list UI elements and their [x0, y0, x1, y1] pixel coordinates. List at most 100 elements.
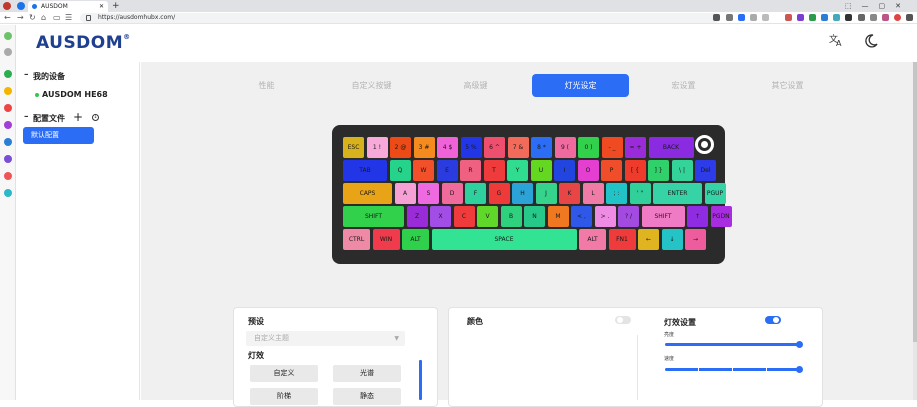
- effects-scrollbar[interactable]: [419, 360, 422, 400]
- profiles-collapse-icon[interactable]: –: [24, 112, 29, 122]
- effect-settings-toggle[interactable]: [765, 316, 781, 324]
- rail-app-6-icon[interactable]: [4, 155, 12, 163]
- history-icon[interactable]: ☰: [65, 12, 72, 24]
- effect-button-static[interactable]: 静态: [333, 388, 401, 405]
- device-name[interactable]: AUSDOM HE68: [42, 90, 108, 99]
- profile-item-default[interactable]: 默认配置: [23, 127, 94, 144]
- zoom-icon[interactable]: [713, 14, 720, 21]
- ext-1-icon[interactable]: [785, 14, 792, 21]
- key-2-5[interactable]: G: [488, 183, 510, 204]
- tab-3[interactable]: 灯光设定: [532, 74, 629, 97]
- rail-app-3-icon[interactable]: [4, 104, 12, 112]
- key-3-11[interactable]: SHIFT: [641, 206, 685, 227]
- rail-app-5-icon[interactable]: [4, 138, 12, 146]
- profile-avatar[interactable]: [894, 14, 901, 21]
- theme-select[interactable]: 自定义主题 ▼: [246, 331, 405, 346]
- reload-icon[interactable]: ↻: [29, 12, 36, 24]
- ext-7-icon[interactable]: [858, 14, 865, 21]
- key-3-4[interactable]: V: [477, 206, 498, 227]
- key-2-3[interactable]: D: [441, 183, 463, 204]
- key-4-0[interactable]: CTRL: [343, 229, 370, 250]
- key-0-1[interactable]: 1 !: [366, 137, 388, 158]
- key-1-8[interactable]: I: [554, 160, 575, 181]
- key-3-9[interactable]: > .: [594, 206, 616, 227]
- translate-icon[interactable]: 文A: [829, 33, 845, 51]
- key-2-9[interactable]: L: [582, 183, 604, 204]
- home-icon[interactable]: ⌂: [41, 12, 46, 24]
- star-icon[interactable]: [762, 14, 769, 21]
- panel-icon[interactable]: ▭: [53, 12, 61, 24]
- key-3-8[interactable]: < ,: [571, 206, 592, 227]
- key-2-1[interactable]: A: [394, 183, 416, 204]
- rail-home-icon[interactable]: [4, 32, 12, 40]
- key-0-11[interactable]: - _: [601, 137, 623, 158]
- window-controls[interactable]: ⬚—▢✕: [845, 0, 911, 12]
- key-1-4[interactable]: R: [460, 160, 481, 181]
- rail-app-7-icon[interactable]: [4, 172, 12, 180]
- tab-2[interactable]: 高级键: [427, 74, 524, 97]
- key-4-2[interactable]: ALT: [402, 229, 429, 250]
- tab-0[interactable]: 性能: [218, 74, 315, 97]
- key-1-7[interactable]: U: [530, 160, 552, 181]
- key-0-12[interactable]: = +: [625, 137, 646, 158]
- ext-2-icon[interactable]: [797, 14, 804, 21]
- back-icon[interactable]: ←: [4, 12, 11, 24]
- key-0-13[interactable]: BACK: [648, 137, 694, 158]
- key-0-7[interactable]: 7 &: [507, 137, 529, 158]
- ext-4-icon[interactable]: [821, 14, 828, 21]
- key-1-14[interactable]: Del: [695, 160, 716, 181]
- key-1-5[interactable]: T: [483, 160, 505, 181]
- dark-mode-icon[interactable]: [863, 33, 879, 53]
- key-2-8[interactable]: K: [559, 183, 580, 204]
- browser-tab-icon[interactable]: [17, 2, 25, 10]
- effect-button-steps[interactable]: 阶梯: [250, 388, 318, 405]
- forward-icon[interactable]: →: [17, 12, 24, 24]
- key-4-5[interactable]: FN1: [608, 229, 636, 250]
- key-1-13[interactable]: \ |: [671, 160, 693, 181]
- key-2-11[interactable]: ' ": [629, 183, 651, 204]
- key-0-10[interactable]: 0 ): [578, 137, 599, 158]
- effect-button-custom[interactable]: 自定义: [250, 365, 318, 382]
- ext-5-icon[interactable]: [833, 14, 840, 21]
- key-3-2[interactable]: X: [430, 206, 451, 227]
- key-0-2[interactable]: 2 @: [390, 137, 411, 158]
- import-profile-icon[interactable]: ↓: [92, 114, 99, 121]
- key-0-8[interactable]: 8 *: [531, 137, 552, 158]
- key-1-2[interactable]: W: [413, 160, 434, 181]
- address-bar[interactable]: https://ausdomhubx.com/: [80, 13, 720, 23]
- key-3-0[interactable]: SHIFT: [343, 206, 404, 227]
- key-4-7[interactable]: ↓: [661, 229, 683, 250]
- key-2-4[interactable]: F: [465, 183, 486, 204]
- tab-1[interactable]: 自定义按键: [323, 74, 420, 97]
- browser-profile-icon[interactable]: [3, 2, 11, 10]
- key-1-0[interactable]: TAB: [343, 160, 387, 181]
- key-3-3[interactable]: C: [453, 206, 475, 227]
- speed-slider[interactable]: [665, 366, 803, 373]
- ext-6-icon[interactable]: [845, 14, 852, 21]
- key-2-13[interactable]: PGUP: [704, 183, 726, 204]
- read-mode-icon[interactable]: [750, 14, 757, 21]
- key-1-11[interactable]: [ {: [624, 160, 646, 181]
- rail-app-8-icon[interactable]: [4, 189, 12, 197]
- key-3-6[interactable]: N: [524, 206, 545, 227]
- key-4-8[interactable]: →: [685, 229, 706, 250]
- key-3-5[interactable]: B: [500, 206, 522, 227]
- key-0-0[interactable]: ESC: [343, 137, 364, 158]
- key-3-7[interactable]: M: [547, 206, 569, 227]
- key-2-7[interactable]: J: [535, 183, 557, 204]
- ext-9-icon[interactable]: [882, 14, 889, 21]
- rail-app-1-icon[interactable]: [4, 70, 12, 78]
- key-4-6[interactable]: ←: [638, 229, 659, 250]
- brightness-slider-handle[interactable]: [796, 341, 803, 348]
- key-1-1[interactable]: Q: [389, 160, 411, 181]
- key-1-9[interactable]: O: [577, 160, 599, 181]
- key-3-13[interactable]: PGDN: [710, 206, 732, 227]
- new-tab-button[interactable]: +: [112, 0, 120, 12]
- menu-icon[interactable]: [906, 14, 913, 21]
- speed-slider-handle[interactable]: [796, 366, 803, 373]
- extension-icon[interactable]: [738, 14, 745, 21]
- key-2-0[interactable]: CAPS: [343, 183, 392, 204]
- key-1-3[interactable]: E: [436, 160, 458, 181]
- key-0-4[interactable]: 4 $: [437, 137, 458, 158]
- key-0-9[interactable]: 9 (: [554, 137, 576, 158]
